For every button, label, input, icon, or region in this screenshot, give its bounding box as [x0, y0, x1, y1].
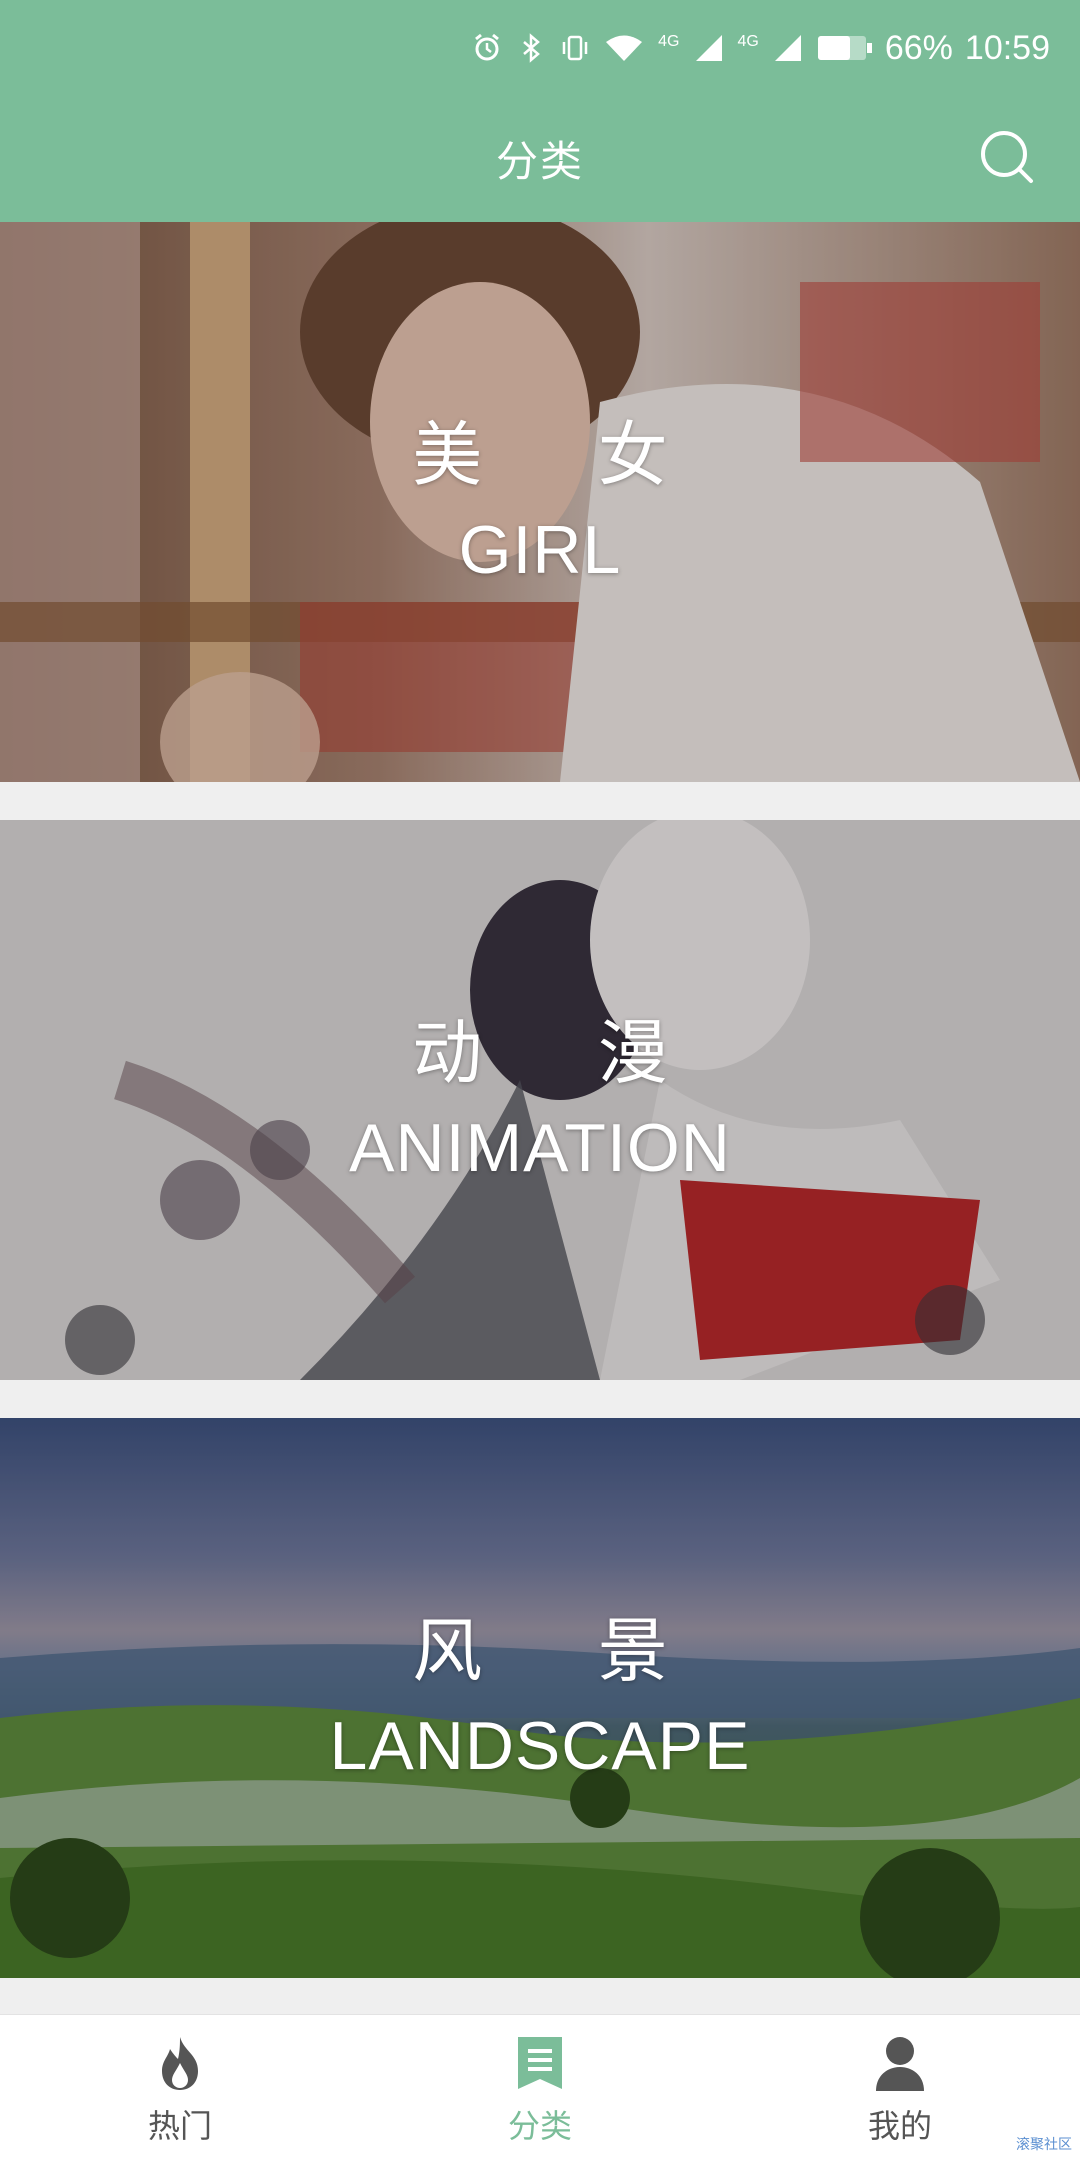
battery-icon	[817, 36, 872, 60]
card-labels: 风 景 LANDSCAPE	[0, 1418, 1080, 1978]
category-card-animation[interactable]: 动 漫 ANIMATION	[0, 820, 1080, 1380]
network-type-2: 4G	[737, 33, 759, 50]
card-labels: 动 漫 ANIMATION	[0, 820, 1080, 1380]
category-card-landscape[interactable]: 风 景 LANDSCAPE	[0, 1418, 1080, 1978]
app-root: 4G 4G 66% 10:59 分类 美 女 GIRL 动 漫 ANIMATIO…	[0, 0, 1080, 2160]
category-list[interactable]: 美 女 GIRL 动 漫 ANIMATION 风 景 LANDSCAPE	[0, 222, 1080, 2014]
signal-icon	[695, 35, 722, 61]
network-type-1: 4G	[658, 33, 680, 50]
battery-percent: 66%	[884, 28, 953, 67]
bottom-tab-bar: 热门 分类 我的 滚聚社区	[0, 2014, 1080, 2160]
search-icon[interactable]	[978, 128, 1036, 186]
person-icon	[876, 2037, 924, 2091]
vibrate-icon	[562, 35, 588, 61]
tab-label: 热门	[147, 2108, 212, 2144]
status-icons: 4G 4G	[472, 33, 873, 63]
tab-label: 我的	[867, 2108, 932, 2144]
category-name-cn: 动 漫	[412, 1013, 716, 1092]
page-title: 分类	[495, 138, 584, 185]
card-labels: 美 女 GIRL	[0, 222, 1080, 782]
flame-icon	[162, 2037, 198, 2090]
top-bar: 4G 4G 66% 10:59 分类	[0, 0, 1080, 222]
alarm-icon	[475, 33, 500, 61]
category-name-en: GIRL	[458, 512, 622, 589]
bookmark-list-icon	[518, 2037, 562, 2089]
clock: 10:59	[964, 28, 1050, 67]
signal-icon	[774, 35, 801, 61]
category-name-en: ANIMATION	[349, 1110, 731, 1187]
category-card-girl[interactable]: 美 女 GIRL	[0, 222, 1080, 782]
bluetooth-icon	[523, 33, 541, 63]
category-name-cn: 风 景	[412, 1611, 716, 1690]
tab-category[interactable]: 分类	[360, 2015, 720, 2160]
category-name-en: LANDSCAPE	[329, 1708, 751, 1785]
watermark: 滚聚社区	[1016, 2136, 1072, 2152]
category-name-cn: 美 女	[412, 415, 716, 494]
tab-label: 分类	[507, 2108, 572, 2144]
status-bar: 4G 4G 66% 10:59	[472, 20, 1050, 76]
wifi-icon	[606, 35, 643, 61]
tab-hot[interactable]: 热门	[0, 2015, 360, 2160]
